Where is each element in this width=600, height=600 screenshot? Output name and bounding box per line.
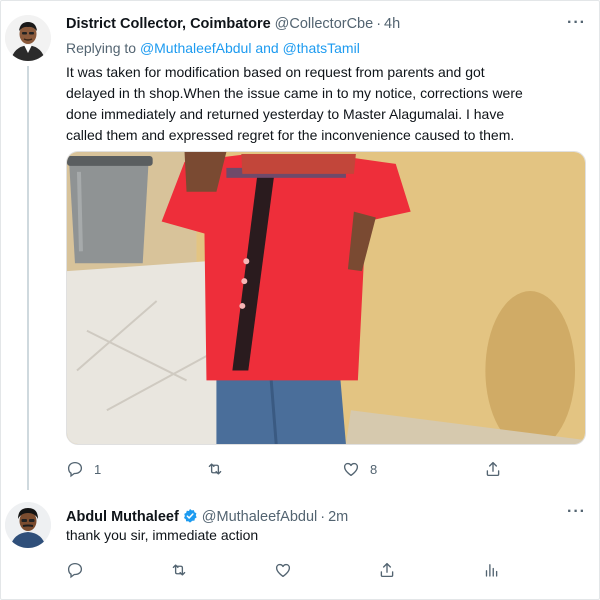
reply-icon: [67, 461, 83, 478]
share-icon: [380, 562, 394, 578]
tweet-text-line: called them and expressed regret for the…: [66, 127, 515, 143]
author-name[interactable]: Abdul Muthaleef: [66, 509, 179, 525]
replying-to-line: Replying to @MuthaleefAbdul and @thatsTa…: [66, 40, 360, 56]
like-button[interactable]: 8: [342, 460, 377, 478]
tweet-media-photo[interactable]: [66, 151, 586, 445]
like-button[interactable]: [274, 561, 292, 579]
share-button[interactable]: [378, 561, 396, 579]
retweet-icon: [172, 564, 186, 576]
tweet-text-line: delayed in th shop.When the issue came i…: [66, 85, 523, 101]
reply-count: 1: [94, 461, 102, 477]
tweet-timestamp[interactable]: 2m: [328, 509, 348, 525]
share-button[interactable]: [484, 460, 502, 478]
separator-dot: ·: [320, 509, 326, 525]
more-options-icon[interactable]: ···: [567, 503, 586, 521]
abdul-avatar-image: [5, 502, 51, 548]
avatar[interactable]: [5, 502, 51, 548]
author-handle[interactable]: @MuthaleefAbdul: [202, 509, 317, 525]
author-handle[interactable]: @CollectorCbe: [275, 16, 374, 32]
author-name[interactable]: District Collector, Coimbatore: [66, 16, 271, 32]
retweet-icon: [208, 463, 222, 475]
tweet-timestamp[interactable]: 4h: [384, 16, 400, 32]
collector-avatar-image: [5, 15, 51, 61]
reply-button[interactable]: 1: [66, 460, 101, 478]
retweet-button[interactable]: [206, 460, 234, 478]
tweet1-text: It was taken for modification based on r…: [66, 62, 586, 146]
replying-to-link[interactable]: @MuthaleefAbdul and @thatsTamil: [140, 40, 360, 56]
replying-to-prefix: Replying to: [66, 40, 137, 56]
like-icon: [275, 563, 291, 578]
like-icon: [343, 462, 359, 477]
share-icon: [486, 461, 500, 477]
tweet2-header: Abdul Muthaleef @MuthaleefAbdul · 2m: [66, 505, 348, 525]
tweet1-action-bar: 1 8: [66, 460, 586, 480]
verified-badge-icon: [182, 508, 198, 524]
analytics-button[interactable]: [482, 561, 500, 579]
reply-button[interactable]: [66, 561, 84, 579]
like-count: 8: [370, 461, 378, 477]
separator-dot: ·: [376, 16, 382, 32]
reply-icon: [67, 562, 83, 579]
retweet-button[interactable]: [170, 561, 188, 579]
thread-connector-line: [27, 66, 29, 490]
photo-child-in-red-shirt-icon: [67, 152, 585, 444]
analytics-icon: [485, 564, 498, 577]
tweet1-header: District Collector, Coimbatore @Collecto…: [66, 16, 400, 32]
avatar[interactable]: [5, 15, 51, 61]
tweet2-action-bar: [66, 561, 586, 581]
tweet2-text: thank you sir, immediate action: [66, 527, 259, 543]
more-options-icon[interactable]: ···: [567, 14, 586, 32]
tweet-text-line: done immediately and returned yesterday …: [66, 106, 505, 122]
tweet-text-line: It was taken for modification based on r…: [66, 64, 485, 80]
